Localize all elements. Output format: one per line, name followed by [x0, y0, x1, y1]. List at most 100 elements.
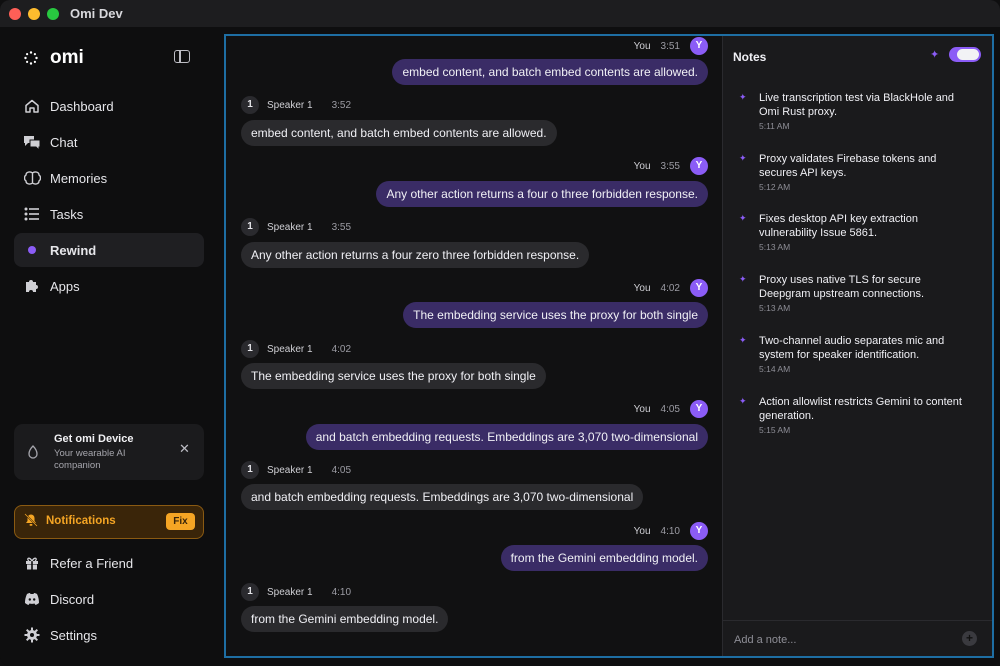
message-header: You 4:02 Y [634, 279, 708, 297]
note-time: 5:15 AM [759, 425, 791, 435]
sidebar-item-settings[interactable]: Settings [14, 618, 204, 652]
message-header: You 3:51 Y [634, 37, 708, 55]
notes-title: Notes [733, 50, 767, 64]
avatar: 1 [241, 218, 259, 236]
avatar: 1 [241, 583, 259, 601]
message-bubble-speaker[interactable]: from the Gemini embedding model. [241, 606, 449, 632]
sidebar-item-refer[interactable]: Refer a Friend [14, 546, 204, 580]
message-time: 4:02 [660, 282, 680, 294]
fix-notifications-button[interactable]: Fix [166, 513, 195, 530]
omi-logo[interactable]: omi [24, 47, 84, 69]
rewind-panel: You 3:51 Y embed content, and batch embe… [224, 34, 994, 658]
sidebar-item-label: Dashboard [50, 98, 114, 114]
speaker-label: Speaker 1 [267, 343, 313, 355]
chat-icon [23, 133, 41, 151]
sidebar-item-chat[interactable]: Chat [14, 125, 204, 159]
message-time: 4:05 [660, 403, 680, 415]
sidebar-item-label: Tasks [50, 206, 84, 222]
sidebar-item-label: Settings [50, 627, 97, 643]
sparkle-icon[interactable]: ✦ [930, 48, 939, 61]
message-time: 4:10 [331, 586, 352, 598]
add-note-icon[interactable]: + [962, 631, 977, 646]
main-nav: Dashboard Chat Memories Tasks Rewind App… [14, 89, 204, 305]
message-header: 1 Speaker 1 3:52 [241, 96, 351, 114]
title-bar: Omi Dev [0, 0, 1000, 27]
note-text: Proxy validates Firebase tokens and secu… [759, 153, 937, 179]
zoom-window-button[interactable] [47, 8, 59, 20]
message-header: 1 Speaker 1 4:05 [241, 461, 351, 479]
sidebar-item-dashboard[interactable]: Dashboard [14, 89, 204, 123]
message-bubble-speaker[interactable]: The embedding service uses the proxy for… [241, 363, 546, 389]
message-bubble-you[interactable]: from the Gemini embedding model. [500, 545, 708, 571]
sidebar-item-memories[interactable]: Memories [14, 161, 204, 195]
speaker-label: Speaker 1 [267, 99, 313, 111]
add-note-input[interactable] [732, 630, 956, 650]
notes-toggle[interactable] [949, 47, 981, 62]
you-label: You [633, 40, 651, 52]
sparkle-icon: ✦ [739, 153, 747, 163]
sparkle-icon: ✦ [739, 396, 747, 406]
close-icon[interactable]: ✕ [179, 441, 190, 457]
dot-icon [23, 241, 41, 259]
close-window-button[interactable] [9, 8, 21, 20]
note-time: 5:14 AM [759, 364, 791, 374]
notifications-banner[interactable]: Notifications Fix [14, 505, 204, 539]
device-icon [27, 445, 39, 462]
message-header: 1 Speaker 1 4:10 [241, 583, 351, 601]
you-label: You [633, 525, 651, 537]
sparkle-icon: ✦ [739, 274, 747, 284]
note-time: 5:12 AM [759, 182, 791, 192]
sidebar-item-label: Memories [50, 170, 108, 186]
message-header: You 4:05 Y [634, 400, 708, 418]
sparkle-icon: ✦ [739, 335, 747, 345]
sidebar-item-apps[interactable]: Apps [14, 269, 204, 303]
you-label: You [633, 282, 651, 294]
bell-slash-icon [24, 513, 38, 530]
message-time: 4:05 [331, 464, 352, 476]
you-label: You [633, 160, 651, 172]
speaker-label: Speaker 1 [267, 464, 313, 476]
note-text: Proxy uses native TLS for secure Deepgra… [759, 274, 925, 300]
avatar: 1 [241, 96, 259, 114]
tasks-icon [23, 205, 41, 223]
sidebar-item-label: Chat [50, 134, 78, 150]
sidebar-toggle-icon[interactable] [174, 50, 190, 63]
message-header: You 3:55 Y [634, 157, 708, 175]
message-header: 1 Speaker 1 3:55 [241, 218, 351, 236]
sparkle-icon: ✦ [739, 92, 747, 102]
message-bubble-speaker[interactable]: Any other action returns a four zero thr… [241, 242, 590, 268]
sidebar-item-rewind[interactable]: Rewind [14, 233, 204, 267]
note-time: 5:13 AM [759, 242, 791, 252]
message-bubble-you[interactable]: The embedding service uses the proxy for… [403, 302, 708, 328]
device-promo-card[interactable]: Get omi Device Your wearable AI companio… [14, 424, 204, 480]
message-bubble-you[interactable]: embed content, and batch embed contents … [392, 59, 708, 85]
brain-icon [23, 169, 41, 187]
message-bubble-you[interactable]: Any other action returns a four o three … [376, 181, 708, 207]
sparkle-icon: ✦ [739, 213, 747, 223]
notifications-label: Notifications [46, 515, 116, 527]
avatar: 1 [241, 340, 259, 358]
sidebar-item-discord[interactable]: Discord [14, 582, 204, 616]
avatar: 1 [241, 461, 259, 479]
message-bubble-speaker[interactable]: embed content, and batch embed contents … [241, 120, 557, 146]
gift-icon [23, 554, 41, 572]
message-bubble-speaker[interactable]: and batch embedding requests. Embeddings… [241, 484, 644, 510]
note-text: Fixes desktop API key extraction vulnera… [759, 213, 918, 239]
window-title: Omi Dev [70, 6, 123, 21]
omi-logo-icon [24, 51, 38, 65]
transcript-list[interactable]: You 3:51 Y embed content, and batch embe… [226, 36, 722, 656]
avatar: Y [690, 522, 708, 540]
note-text: Two-channel audio separates mic and syst… [759, 335, 945, 361]
home-icon [23, 97, 41, 115]
logo-text: omi [50, 47, 84, 68]
note-text: Action allowlist restricts Gemini to con… [759, 396, 962, 422]
message-header: 1 Speaker 1 4:02 [241, 340, 351, 358]
message-bubble-you[interactable]: and batch embedding requests. Embeddings… [305, 424, 708, 450]
message-time: 3:52 [331, 99, 352, 111]
sidebar-item-tasks[interactable]: Tasks [14, 197, 204, 231]
notes-panel: Notes ✦ ✦ Live transcription test via Bl… [722, 36, 992, 656]
note-time: 5:11 AM [759, 121, 790, 131]
minimize-window-button[interactable] [28, 8, 40, 20]
message-header: You 4:10 Y [634, 522, 708, 540]
speaker-label: Speaker 1 [267, 586, 313, 598]
